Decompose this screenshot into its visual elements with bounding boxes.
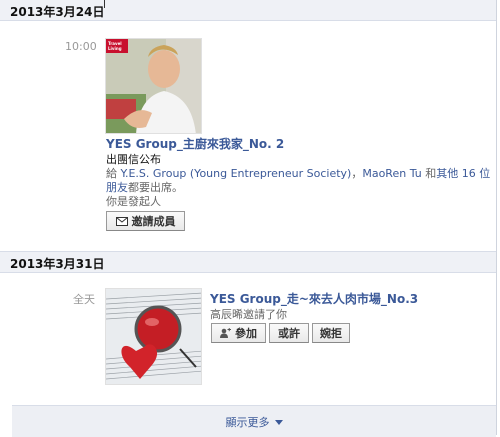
event-time-1: 10:00	[65, 40, 97, 53]
organizer-note: 你是發起人	[106, 195, 161, 208]
divider-tick	[104, 0, 105, 8]
invite-members-label: 邀請成員	[131, 215, 176, 228]
event-photo-1[interactable]: Travel Living	[105, 38, 202, 134]
date-header-2: 2013年3月31日	[0, 251, 496, 273]
event-photo-2[interactable]	[105, 288, 202, 385]
event-title-1[interactable]: YES Group_主廚來我家_No. 2	[106, 135, 284, 152]
envelope-icon	[115, 216, 128, 226]
others-link[interactable]: 其他 16 位	[436, 167, 490, 180]
maybe-label: 或許	[278, 327, 300, 340]
join-button[interactable]: 參加	[211, 323, 266, 343]
attendees-sep: ，	[351, 167, 363, 180]
user-link-maoren[interactable]: MaoRen Tu	[362, 167, 421, 180]
thumb-brand-text: Travel Living	[108, 41, 122, 51]
add-person-icon	[220, 327, 231, 338]
event-title-2[interactable]: YES Group_走~來去人肉市場_No.3	[210, 290, 418, 307]
decline-button[interactable]: 婉拒	[312, 323, 350, 343]
date-label-2: 2013年3月31日	[10, 257, 105, 271]
chef-photo-icon	[106, 39, 201, 133]
maybe-button[interactable]: 或許	[269, 323, 309, 343]
chevron-down-icon	[274, 419, 283, 425]
date-label-1: 2013年3月24日	[10, 5, 105, 19]
invite-members-button[interactable]: 邀請成員	[106, 211, 185, 231]
date-header-1: 2013年3月24日	[0, 0, 496, 21]
decline-label: 婉拒	[320, 327, 342, 340]
heart-glasses-icon	[106, 289, 201, 384]
page-right-border	[496, 0, 497, 435]
show-more-button[interactable]: 顯示更多	[12, 405, 496, 437]
inviter-text: 高辰晞邀請了你	[210, 308, 287, 321]
attendees-mid: 和	[421, 167, 437, 180]
show-more-label: 顯示更多	[225, 415, 270, 429]
event-time-2: 全天	[73, 293, 95, 306]
join-label: 參加	[235, 327, 257, 340]
